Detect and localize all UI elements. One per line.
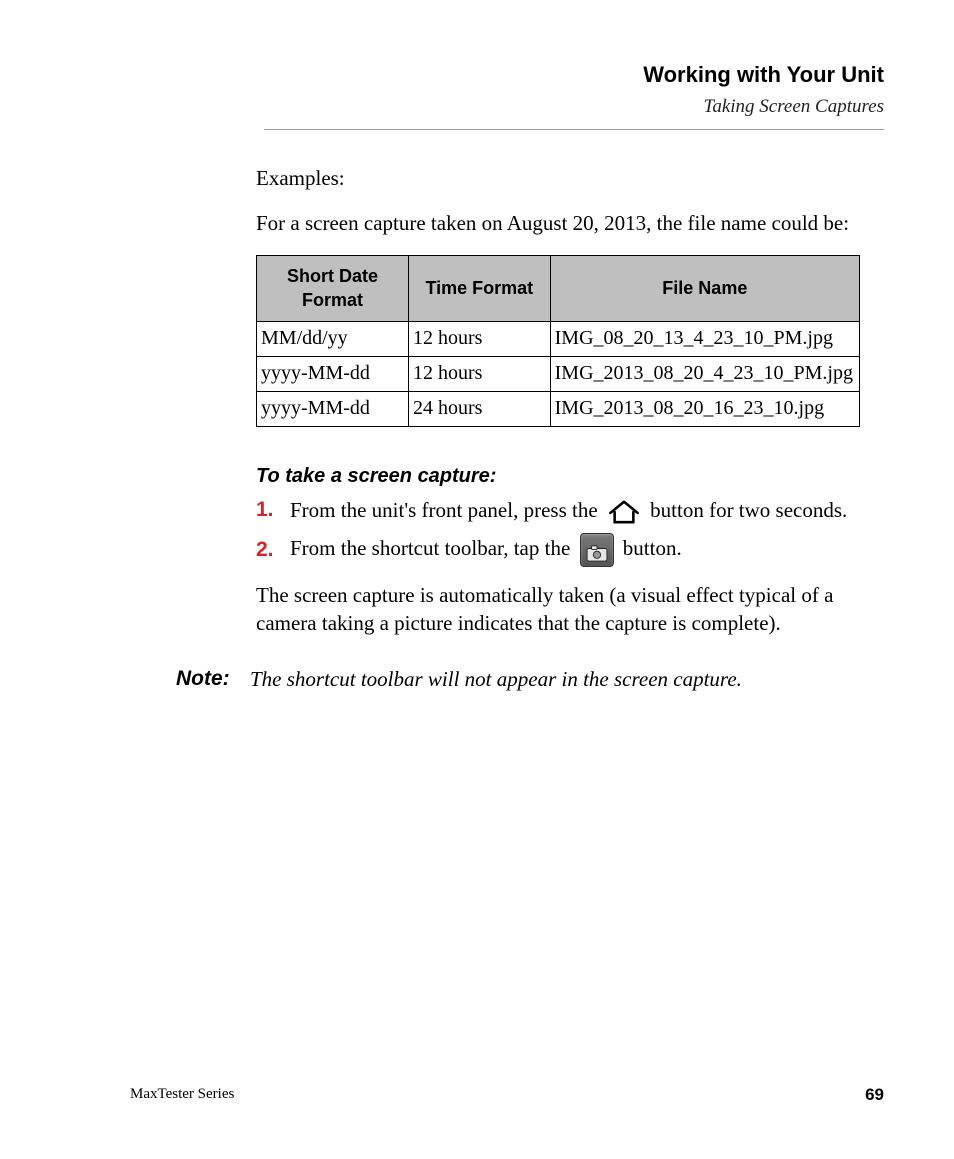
page-number: 69 — [865, 1084, 884, 1107]
footer-product-name: MaxTester Series — [130, 1084, 234, 1104]
step-2-text-b: button. — [623, 536, 682, 560]
table-header-file-name: File Name — [550, 256, 859, 322]
cell-file-name: IMG_08_20_13_4_23_10_PM.jpg — [550, 321, 859, 356]
chapter-title: Working with Your Unit — [0, 60, 884, 90]
step-number: 2. — [256, 536, 290, 564]
table-row: yyyy-MM-dd 12 hours IMG_2013_08_20_4_23_… — [257, 356, 860, 391]
table-header-time-format: Time Format — [408, 256, 550, 322]
camera-icon — [580, 533, 614, 567]
procedure-steps: 1. From the unit's front panel, press th… — [256, 496, 882, 567]
cell-time-format: 24 hours — [408, 391, 550, 426]
cell-short-date: MM/dd/yy — [257, 321, 409, 356]
cell-short-date: yyyy-MM-dd — [257, 356, 409, 391]
cell-file-name: IMG_2013_08_20_4_23_10_PM.jpg — [550, 356, 859, 391]
cell-time-format: 12 hours — [408, 321, 550, 356]
step-number: 1. — [256, 496, 290, 524]
note-text: The shortcut toolbar will not appear in … — [250, 665, 742, 693]
procedure-result: The screen capture is automatically take… — [256, 581, 882, 638]
step-1: 1. From the unit's front panel, press th… — [256, 496, 882, 525]
step-2: 2. From the shortcut toolbar, tap the bu… — [256, 533, 882, 567]
table-header-short-date: Short Date Format — [257, 256, 409, 322]
cell-file-name: IMG_2013_08_20_16_23_10.jpg — [550, 391, 859, 426]
section-title: Taking Screen Captures — [0, 94, 884, 120]
examples-label: Examples: — [256, 164, 882, 192]
home-icon — [607, 499, 641, 525]
example-lead-in: For a screen capture taken on August 20,… — [256, 209, 882, 237]
table-row: yyyy-MM-dd 24 hours IMG_2013_08_20_16_23… — [257, 391, 860, 426]
procedure-heading: To take a screen capture: — [256, 463, 882, 490]
filename-examples-table: Short Date Format Time Format File Name … — [256, 255, 860, 427]
note-label: Note: — [176, 665, 250, 693]
table-row: MM/dd/yy 12 hours IMG_08_20_13_4_23_10_P… — [257, 321, 860, 356]
header-rule — [264, 129, 884, 130]
cell-short-date: yyyy-MM-dd — [257, 391, 409, 426]
step-1-text-a: From the unit's front panel, press the — [290, 498, 603, 522]
step-2-text-a: From the shortcut toolbar, tap the — [290, 536, 576, 560]
cell-time-format: 12 hours — [408, 356, 550, 391]
step-1-text-b: button for two seconds. — [650, 498, 847, 522]
